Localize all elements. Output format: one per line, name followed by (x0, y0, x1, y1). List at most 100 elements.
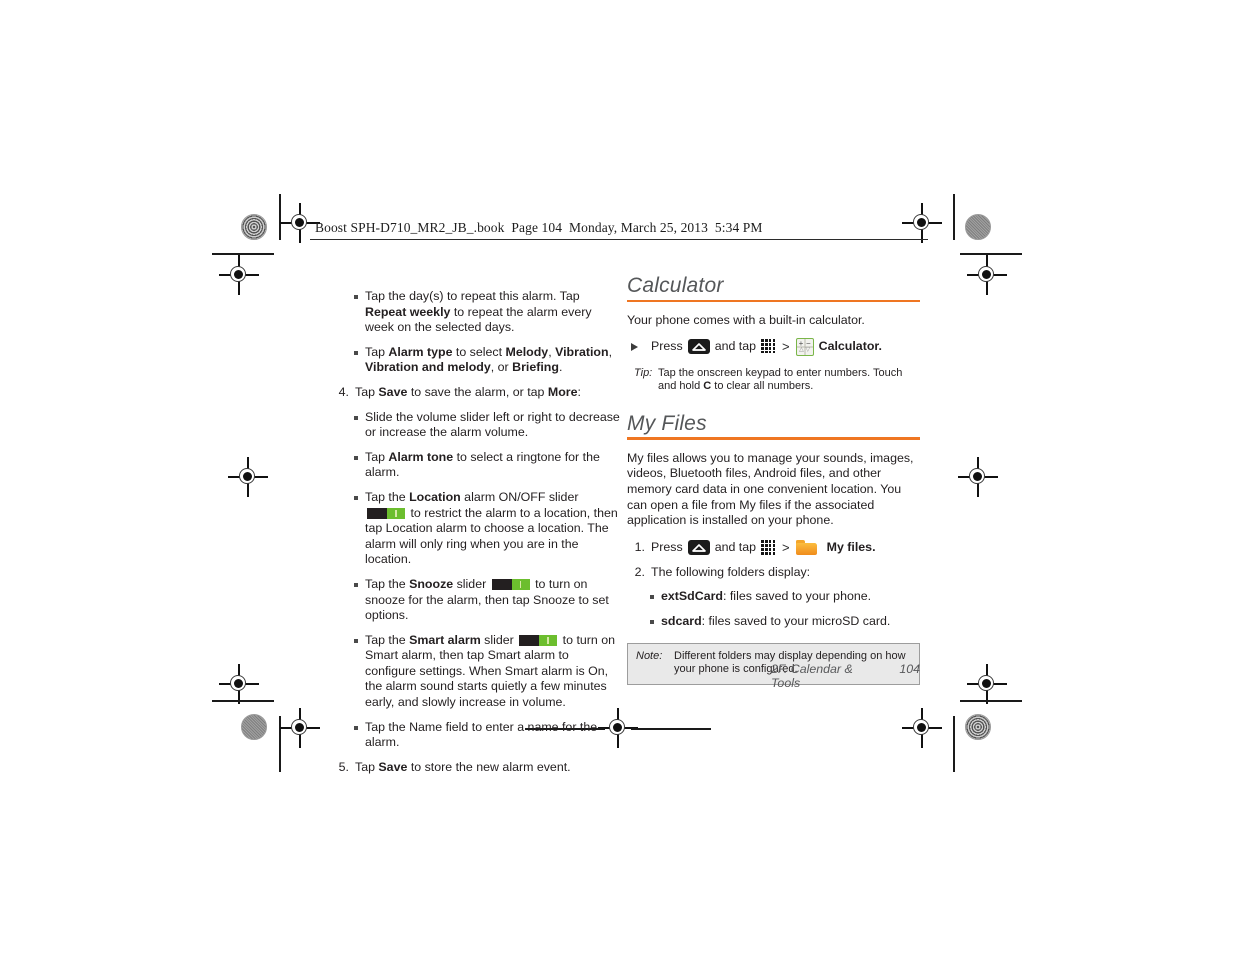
apps-grid-cell (768, 339, 772, 342)
slider-off-track (491, 579, 512, 591)
apps-grid-cell (768, 548, 772, 551)
body-text: to select (452, 344, 506, 359)
bullet-item: Slide the volume slider left or right to… (352, 410, 623, 441)
apps-grid-cell (764, 540, 768, 543)
calculator-heading: Calculator (627, 274, 724, 297)
apps-grid-cell (768, 551, 772, 555)
step-5: 5. Tap Save to store the new alarm event. (331, 760, 623, 776)
bullet-item: Tap the Snooze slider to turn on snooze … (352, 577, 623, 624)
emphasis-text: Save (378, 384, 408, 399)
emphasis-text: Vibration and melody (365, 360, 491, 375)
emphasis-text: Vibration (555, 344, 609, 359)
body-text: Tap (365, 449, 389, 464)
emphasis-text: Melody (505, 344, 549, 359)
step-separator: > (782, 338, 790, 354)
emphasis-text: extSdCard (661, 589, 723, 604)
apps-grid-cell (761, 339, 764, 342)
slider-off-track (367, 507, 387, 519)
onoff-slider-icon[interactable] (367, 507, 405, 519)
square-bullet-icon (354, 725, 358, 730)
apps-grid-cell (768, 350, 772, 354)
emphasis-text: Save (378, 759, 408, 774)
bullet-item: Tap the Smart alarm slider to turn on Sm… (352, 633, 623, 711)
body-text: to save the alarm, or tap (407, 384, 548, 399)
calculator-step-mid: and tap (714, 338, 757, 353)
square-bullet-icon (354, 495, 358, 500)
calculator-step-label: Calculator. (818, 338, 882, 353)
body-text: . (558, 360, 563, 375)
emphasis-text: Alarm type (388, 344, 453, 359)
bullets-top: Tap the day(s) to repeat this alarm. Tap… (331, 289, 623, 376)
bullet-item: extSdCard: files saved to your phone. (648, 589, 920, 605)
emphasis-text: Alarm tone (388, 449, 454, 464)
body-text: : files saved to your microSD card. (701, 613, 891, 628)
body-text: Tap (355, 759, 379, 774)
home-icon[interactable] (687, 540, 710, 556)
note-label: Note: (636, 649, 663, 662)
apps-grid-cell (764, 544, 768, 547)
body-text: Slide the volume slider left or right to… (365, 409, 620, 440)
home-glyph (691, 342, 706, 351)
bullet-item: Tap the Name field to enter a name for t… (352, 720, 623, 751)
apps-grid-cell (772, 350, 776, 354)
my-files-heading-rule (627, 437, 920, 440)
apps-grid-cell (772, 551, 776, 555)
bullet-item: Tap Alarm type to select Melody, Vibrati… (352, 345, 623, 376)
apps-grid-cell (764, 350, 768, 354)
my-files-step-2: 2. The following folders display: (627, 565, 920, 581)
step-4: 4. Tap Save to save the alarm, or tap Mor… (331, 385, 623, 401)
apps-grid-cell (772, 540, 776, 543)
apps-grid-cell (772, 343, 776, 346)
calculator-icon[interactable]: + − △ ▽ (795, 337, 814, 356)
arrow-bullet-icon (631, 342, 638, 351)
step-number: 1. (634, 539, 645, 554)
step-number: 2. (634, 564, 645, 579)
calculator-tip: Tip: Tap the onscreen keypad to enter nu… (627, 367, 920, 394)
square-bullet-icon (650, 595, 654, 600)
section-calculator: Calculator Your phone comes with a built… (627, 274, 920, 394)
square-bullet-icon (354, 455, 358, 460)
slider-grip (519, 581, 522, 589)
apps-grid-icon[interactable] (761, 339, 776, 354)
square-bullet-icon (354, 415, 358, 420)
folder-icon[interactable] (795, 539, 817, 556)
numbered-step: 5. Tap Save to store the new alarm event. (331, 760, 623, 776)
apps-grid-cell (761, 548, 764, 551)
body-text: : (577, 384, 581, 399)
apps-grid-cell (764, 343, 768, 346)
body-text: slider (480, 632, 518, 647)
onoff-slider-icon[interactable] (491, 579, 530, 591)
onoff-slider-icon[interactable] (519, 634, 558, 646)
step-separator: > (782, 539, 790, 555)
footer-page-number: 104 (899, 662, 920, 676)
my-files-folder-list: extSdCard: files saved to your phone. sdc… (627, 589, 920, 629)
body-text: , (608, 344, 613, 359)
manual-page: Tap the day(s) to repeat this alarm. Tap… (0, 0, 1235, 954)
square-bullet-icon (354, 350, 358, 355)
apps-grid-cell (761, 343, 764, 346)
home-icon[interactable] (687, 339, 710, 355)
body-text: Tap the (365, 632, 410, 647)
body-text: alarm ON/OFF slider (460, 489, 579, 504)
body-text: to store the new alarm event. (407, 759, 571, 774)
my-files-heading: My Files (627, 411, 707, 435)
square-bullet-icon (354, 582, 358, 587)
my-files-step1-mid: and tap (714, 539, 757, 554)
body-text: : files saved to your phone. (722, 589, 872, 604)
apps-grid-cell (764, 346, 768, 350)
body-text: slider (453, 576, 490, 591)
apps-grid-icon[interactable] (761, 540, 776, 555)
calculator-intro: Your phone comes with a built-in calcula… (627, 313, 865, 328)
emphasis-text: Snooze (409, 576, 454, 591)
my-files-step1-label: My files. (826, 539, 876, 554)
apps-grid-cell (772, 544, 776, 547)
apps-grid-cell (764, 548, 768, 551)
apps-grid-cell (761, 350, 764, 354)
apps-grid-cell (768, 343, 772, 346)
apps-grid-cell (772, 339, 776, 342)
apps-grid-cell (768, 544, 772, 547)
apps-grid-cell (764, 339, 768, 342)
home-glyph (691, 543, 706, 552)
body-text: to clear all numbers. (711, 380, 814, 393)
apps-grid-cell (761, 540, 764, 543)
